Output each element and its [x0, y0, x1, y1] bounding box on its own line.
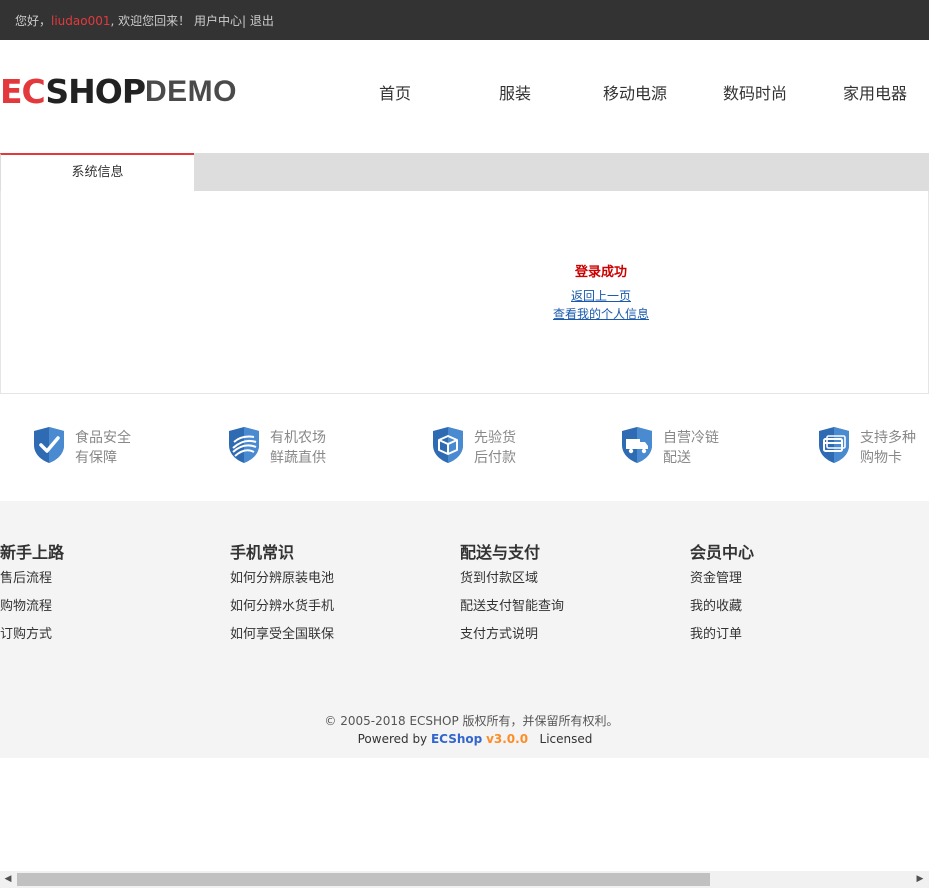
top-bar: 您好，liudao001, 欢迎您回来！ 用户中心| 退出: [0, 0, 929, 40]
user-center-link[interactable]: 用户中心: [194, 14, 242, 28]
horizontal-scrollbar[interactable]: ◀ ▶: [0, 871, 929, 888]
footer-link[interactable]: 如何分辨水货手机: [230, 593, 430, 621]
licensed-text: Licensed: [539, 732, 593, 746]
footer-column-phone-tips: 手机常识 如何分辨原装电池 如何分辨水货手机 如何享受全国联保: [230, 539, 430, 649]
logout-link[interactable]: 退出: [250, 14, 274, 28]
footer-link[interactable]: 支付方式说明: [460, 621, 660, 649]
service-text: 有机农场 鲜蔬直供: [270, 430, 326, 466]
view-profile-link[interactable]: 查看我的个人信息: [553, 305, 649, 322]
footer-link[interactable]: 订购方式: [0, 621, 200, 649]
nav-item-power-bank[interactable]: 移动电源: [603, 80, 667, 104]
footer-link[interactable]: 货到付款区域: [460, 565, 660, 593]
nav-item-clothing[interactable]: 服装: [499, 80, 531, 104]
farm-shield-icon: [229, 427, 259, 463]
message-panel: 登录成功 返回上一页 查看我的个人信息: [0, 191, 929, 394]
username: liudao001: [51, 14, 111, 28]
greeting-text: 您好，: [15, 14, 52, 28]
footer-link[interactable]: 购物流程: [0, 593, 200, 621]
footer-column-member: 会员中心 资金管理 我的收藏 我的订单: [690, 539, 890, 649]
powered-prefix: Powered by: [357, 732, 431, 746]
main-nav: 首页 服装 移动电源 数码时尚 家用电器: [0, 80, 929, 104]
copyright-text: © 2005-2018 ECSHOP 版权所有，并保留所有权利。: [324, 714, 619, 728]
separator: |: [242, 14, 247, 28]
footer-column-title: 手机常识: [230, 543, 295, 562]
service-text: 食品安全 有保障: [75, 430, 131, 466]
service-badges: 食品安全 有保障 有机农场 鲜蔬直供 先验货 后付款 自营冷链 配送 支持多种 …: [0, 420, 929, 480]
footer-column-delivery: 配送与支付 货到付款区域 配送支付智能查询 支付方式说明: [460, 539, 660, 649]
scroll-right-arrow-icon[interactable]: ▶: [915, 874, 925, 885]
login-success-message: 登录成功: [574, 265, 627, 280]
footer: 新手上路 售后流程 购物流程 订购方式 手机常识 如何分辨原装电池 如何分辨水货…: [0, 501, 929, 758]
footer-link[interactable]: 我的订单: [690, 621, 890, 649]
nav-item-digital[interactable]: 数码时尚: [723, 80, 787, 104]
version-text: v3.0.0: [486, 732, 529, 746]
powered-by: Powered by ECShop v3.0.0 Licensed: [0, 732, 929, 746]
nav-item-appliances[interactable]: 家用电器: [843, 80, 907, 104]
back-link[interactable]: 返回上一页: [571, 287, 631, 304]
ecshop-link[interactable]: ECShop: [431, 732, 482, 746]
welcome-text: 您好，liudao001, 欢迎您回来！ 用户中心| 退出: [15, 12, 274, 29]
footer-link[interactable]: 资金管理: [690, 565, 890, 593]
card-shield-icon: [819, 427, 849, 463]
nav-item-home[interactable]: 首页: [379, 80, 411, 104]
service-text: 自营冷链 配送: [663, 430, 719, 466]
box-shield-icon: [433, 427, 463, 463]
service-text: 支持多种 购物卡: [860, 430, 916, 466]
footer-column-beginner: 新手上路 售后流程 购物流程 订购方式: [0, 539, 200, 649]
check-shield-icon: [34, 427, 64, 463]
service-text: 先验货 后付款: [474, 430, 516, 466]
footer-link[interactable]: 配送支付智能查询: [460, 593, 660, 621]
footer-link[interactable]: 如何享受全国联保: [230, 621, 430, 649]
footer-link[interactable]: 售后流程: [0, 565, 200, 593]
footer-column-title: 配送与支付: [460, 543, 541, 562]
footer-column-title: 新手上路: [0, 543, 65, 562]
scrollbar-thumb[interactable]: [17, 873, 710, 886]
welcome-message: , 欢迎您回来！: [110, 14, 191, 28]
tab-system-info[interactable]: 系统信息: [0, 153, 194, 191]
footer-link[interactable]: 我的收藏: [690, 593, 890, 621]
panel-header: 系统信息: [0, 153, 929, 191]
scroll-left-arrow-icon[interactable]: ◀: [3, 874, 13, 885]
truck-shield-icon: [622, 427, 652, 463]
footer-column-title: 会员中心: [690, 543, 755, 562]
footer-link[interactable]: 如何分辨原装电池: [230, 565, 430, 593]
